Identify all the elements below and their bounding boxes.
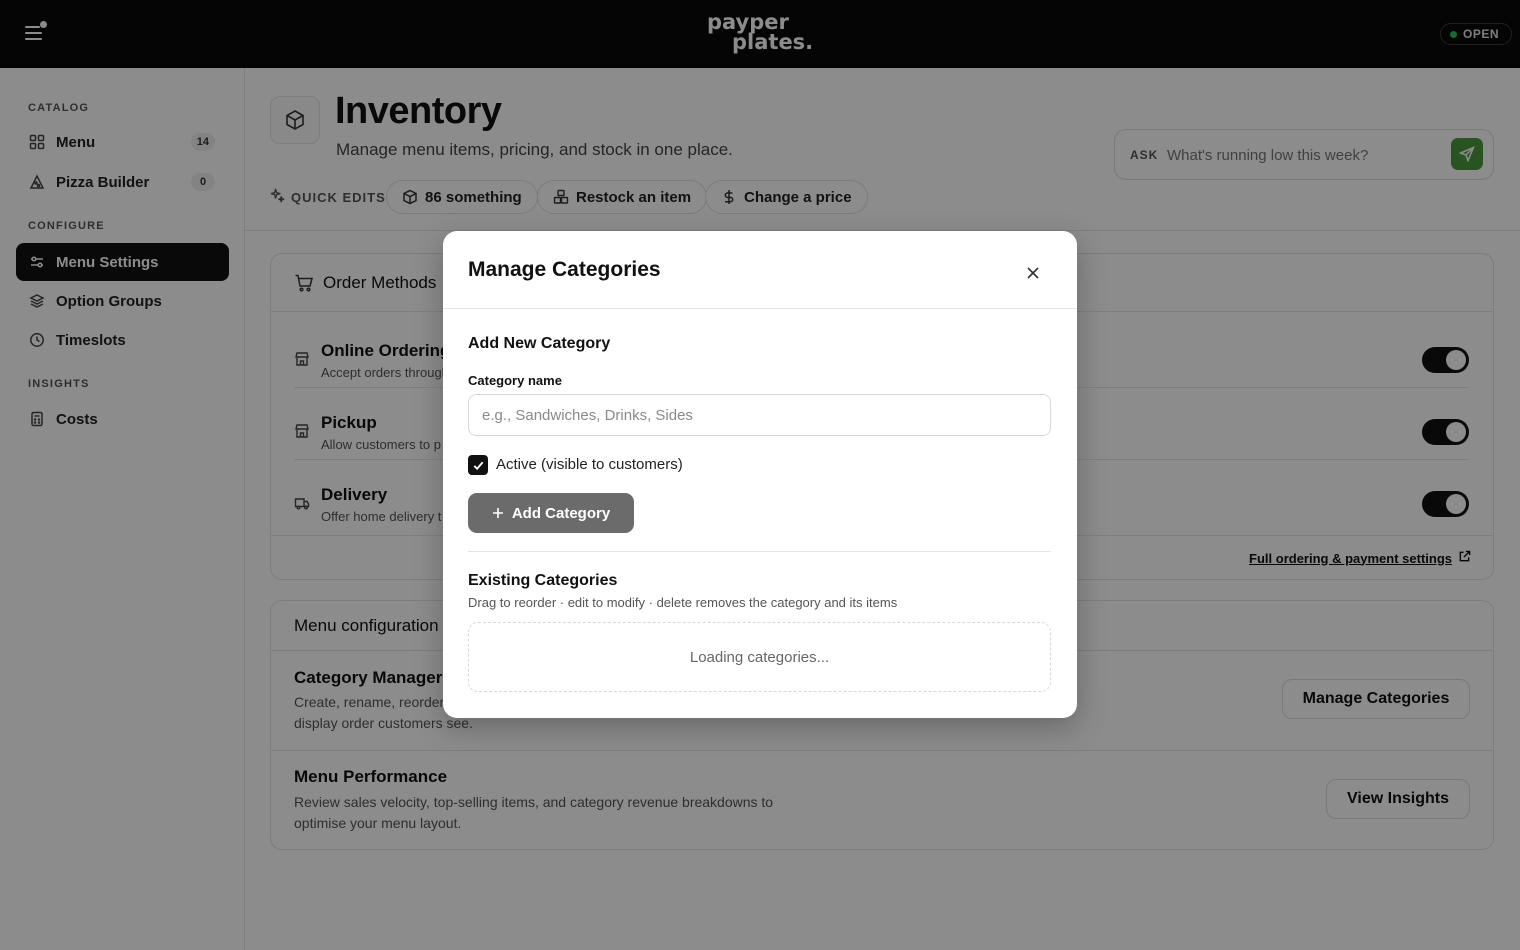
existing-categories-heading: Existing Categories bbox=[468, 572, 618, 589]
active-checkbox[interactable] bbox=[468, 455, 488, 475]
close-button[interactable] bbox=[1024, 264, 1042, 282]
add-category-heading: Add New Category bbox=[468, 335, 611, 352]
existing-categories-helper: Drag to reorder · edit to modify · delet… bbox=[468, 595, 898, 610]
plus-icon bbox=[492, 507, 504, 519]
category-name-input[interactable] bbox=[468, 394, 1051, 436]
manage-categories-modal: Manage Categories Add New Category Categ… bbox=[443, 231, 1077, 718]
add-category-button[interactable]: Add Category bbox=[468, 493, 634, 533]
check-icon bbox=[473, 461, 483, 470]
modal-title: Manage Categories bbox=[468, 258, 661, 281]
categories-loading: Loading categories... bbox=[468, 622, 1051, 692]
category-name-label: Category name bbox=[468, 373, 562, 388]
active-checkbox-label[interactable]: Active (visible to customers) bbox=[496, 456, 683, 473]
modal-divider bbox=[468, 551, 1051, 552]
close-icon bbox=[1027, 267, 1039, 279]
modal-header: Manage Categories bbox=[443, 231, 1077, 309]
add-category-label: Add Category bbox=[511, 504, 611, 522]
